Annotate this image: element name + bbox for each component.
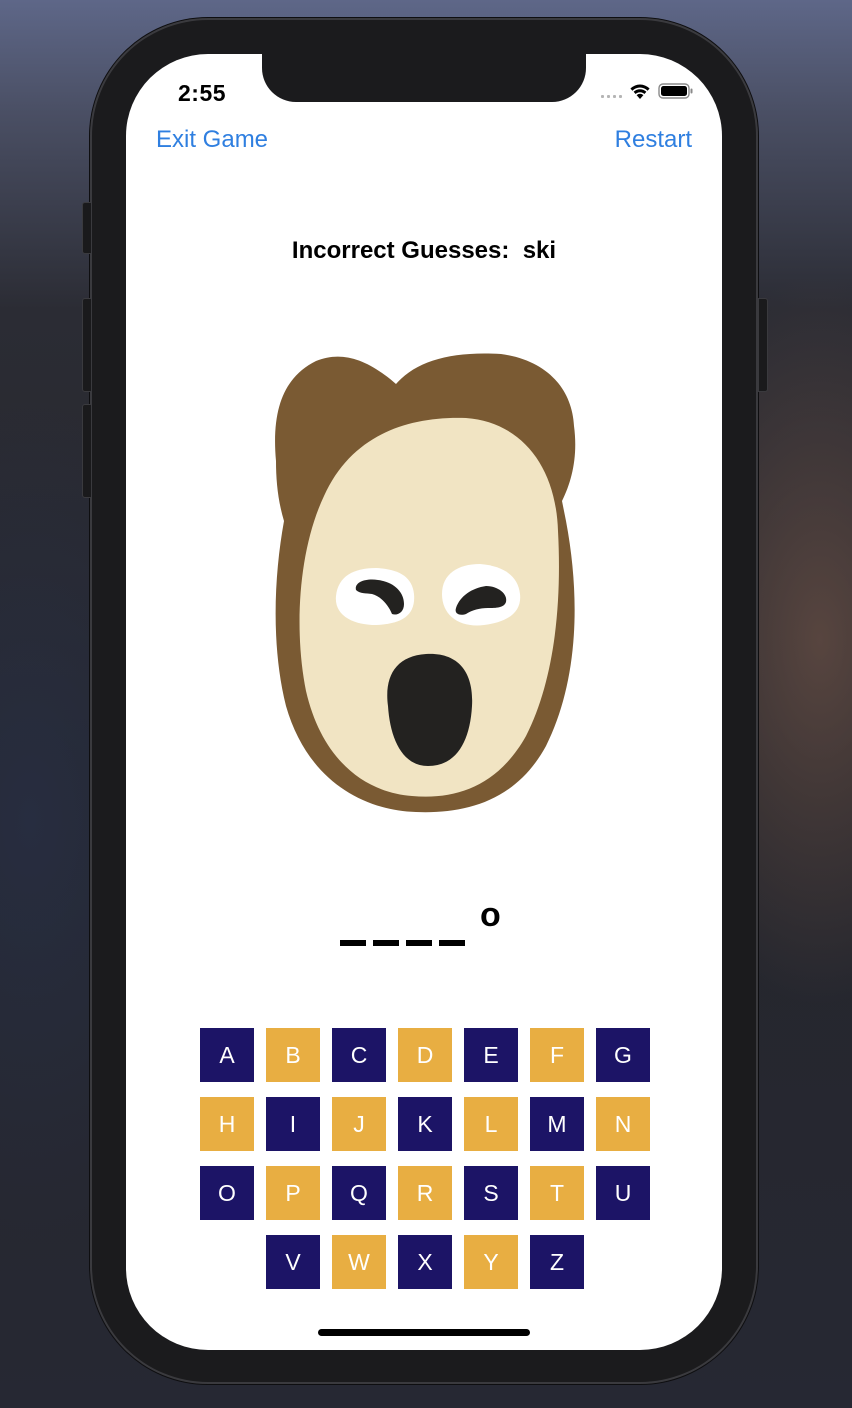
exit-game-button[interactable]: Exit Game (156, 126, 268, 154)
app-screen: 2:55 Exit Game Restart Incorrect Guesses… (126, 54, 722, 1350)
key-t[interactable]: T (530, 1166, 584, 1220)
key-d[interactable]: D (398, 1028, 452, 1082)
letter-blank (439, 940, 465, 946)
key-g[interactable]: G (596, 1028, 650, 1082)
key-y[interactable]: Y (464, 1235, 518, 1289)
key-a[interactable]: A (200, 1028, 254, 1082)
key-k[interactable]: K (398, 1097, 452, 1151)
incorrect-guesses: Incorrect Guesses: ski (126, 237, 722, 265)
key-m[interactable]: M (530, 1097, 584, 1151)
power-button (758, 298, 768, 392)
key-o[interactable]: O (200, 1166, 254, 1220)
mouth (387, 653, 473, 766)
letter-keyboard: A B C D E F G H I J K L M N O P Q R S T … (200, 1028, 650, 1290)
key-l[interactable]: L (464, 1097, 518, 1151)
letter-blank (373, 940, 399, 946)
key-e[interactable]: E (464, 1028, 518, 1082)
home-indicator[interactable] (318, 1329, 530, 1336)
key-s[interactable]: S (464, 1166, 518, 1220)
volume-down-button (82, 404, 92, 498)
letter-blank (406, 940, 432, 946)
key-c[interactable]: C (332, 1028, 386, 1082)
key-z[interactable]: Z (530, 1235, 584, 1289)
incorrect-guesses-label: Incorrect Guesses: (291, 237, 510, 264)
key-p[interactable]: P (266, 1166, 320, 1220)
key-i[interactable]: I (266, 1097, 320, 1151)
word-display: o (338, 896, 538, 946)
key-h[interactable]: H (200, 1097, 254, 1151)
battery-icon (658, 83, 693, 99)
key-f[interactable]: F (530, 1028, 584, 1082)
incorrect-guesses-value: ski (522, 237, 557, 264)
notch (262, 54, 586, 102)
key-b[interactable]: B (266, 1028, 320, 1082)
key-u[interactable]: U (596, 1166, 650, 1220)
volume-up-button (82, 298, 92, 392)
key-n[interactable]: N (596, 1097, 650, 1151)
key-r[interactable]: R (398, 1166, 452, 1220)
key-v[interactable]: V (266, 1235, 320, 1289)
status-time: 2:55 (178, 80, 227, 106)
key-x[interactable]: X (398, 1235, 452, 1289)
cellular-signal-icon (601, 84, 622, 98)
revealed-letter: o (480, 896, 501, 934)
letter-blank (340, 940, 366, 946)
key-j[interactable]: J (332, 1097, 386, 1151)
status-icons (601, 82, 694, 100)
key-w[interactable]: W (332, 1235, 386, 1289)
wifi-icon (630, 84, 650, 99)
key-q[interactable]: Q (332, 1166, 386, 1220)
restart-button[interactable]: Restart (615, 126, 692, 154)
hangman-face-illustration (275, 353, 576, 813)
silent-switch (82, 202, 92, 254)
